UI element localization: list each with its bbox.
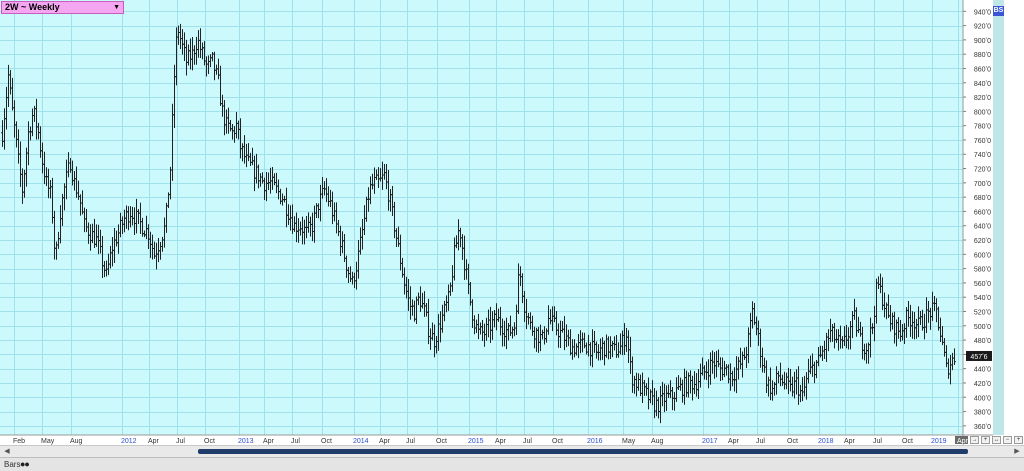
x-tick-label: Apr <box>148 438 160 445</box>
x-tick-label: Oct <box>321 438 332 445</box>
y-tick-label: 400ʼ0 <box>974 394 991 402</box>
y-tick-label: 420ʼ0 <box>974 380 991 388</box>
x-tick-label: 2014 <box>353 438 369 445</box>
y-tick-label: 900ʼ0 <box>974 37 991 45</box>
y-tick-label: 880ʼ0 <box>974 51 991 59</box>
last-price-marker: 457ʼ6 <box>966 350 992 361</box>
x-tick-label: May <box>622 438 636 445</box>
y-tick-label: 640ʼ0 <box>974 223 991 231</box>
x-tick-label: Jul <box>291 438 300 445</box>
x-tick-label: Apr <box>957 438 969 445</box>
y-tick-label: 500ʼ0 <box>974 323 991 331</box>
x-tick-label: Apr <box>263 438 275 445</box>
y-tick-label: 840ʼ0 <box>974 80 991 88</box>
x-tick-label: Apr <box>728 438 740 445</box>
y-tick-label: 940ʼ0 <box>974 8 991 16</box>
y-tick-label: 800ʼ0 <box>974 108 991 116</box>
y-tick-label: 600ʼ0 <box>974 251 991 259</box>
x-tick-label: 2018 <box>818 438 834 445</box>
x-tick-label: Oct <box>552 438 563 445</box>
x-tick-label: Aug <box>651 438 664 445</box>
y-tick-label: 660ʼ0 <box>974 208 991 216</box>
bs-tag[interactable]: BS <box>993 6 1004 16</box>
indicator-dots-icon[interactable]: ●● <box>20 459 30 469</box>
x-tick-label: 2013 <box>238 438 254 445</box>
y-tick-label: 560ʼ0 <box>974 280 991 288</box>
x-tick-label: 2015 <box>468 438 484 445</box>
nav-button-expand[interactable]: + <box>1014 436 1023 444</box>
x-tick-label: 2012 <box>121 438 137 445</box>
x-tick-label: 2016 <box>587 438 603 445</box>
y-tick-label: 360ʼ0 <box>974 423 991 431</box>
x-tick-label: Jul <box>176 438 185 445</box>
x-tick-label: Apr <box>844 438 856 445</box>
scroll-left-icon[interactable]: ◀ <box>2 447 12 456</box>
nav-button-zoom-out[interactable]: − <box>1003 436 1012 444</box>
horizontal-scrollbar[interactable]: ◀ ▶ <box>0 445 1024 457</box>
x-tick-label: Feb <box>13 438 25 445</box>
y-tick-label: 920ʼ0 <box>974 23 991 31</box>
right-gutter <box>993 0 1004 435</box>
scroll-right-icon[interactable]: ▶ <box>1012 447 1022 456</box>
x-tick-label: Jul <box>756 438 765 445</box>
x-tick-label: 2017 <box>702 438 718 445</box>
x-tick-label: Oct <box>902 438 913 445</box>
y-tick-label: 780ʼ0 <box>974 123 991 131</box>
x-tick-label: Jul <box>523 438 532 445</box>
y-tick-label: 520ʼ0 <box>974 308 991 316</box>
y-tick-label: 440ʼ0 <box>974 366 991 374</box>
y-tick-label: 540ʼ0 <box>974 294 991 302</box>
instrument-selector[interactable]: 2W ~ Weekly ▼ <box>1 1 124 14</box>
x-tick-label: Oct <box>204 438 215 445</box>
y-tick-label: 720ʼ0 <box>974 166 991 174</box>
chart-mode-label[interactable]: Bars <box>4 460 20 469</box>
y-tick-label: 700ʼ0 <box>974 180 991 188</box>
y-tick-label: 380ʼ0 <box>974 409 991 417</box>
x-tick-label: Jul <box>406 438 415 445</box>
price-chart[interactable]: 360ʼ0380ʼ0400ʼ0420ʼ0440ʼ0460ʼ0480ʼ0500ʼ0… <box>0 0 1024 471</box>
y-tick-label: 740ʼ0 <box>974 151 991 159</box>
chevron-down-icon: ▼ <box>113 4 120 11</box>
x-tick-label: Apr <box>379 438 391 445</box>
y-tick-label: 580ʼ0 <box>974 266 991 274</box>
x-tick-label: Apr <box>495 438 507 445</box>
y-tick-label: 760ʼ0 <box>974 137 991 145</box>
last-price-label: 457ʼ6 <box>970 353 987 361</box>
chart-root: 360ʼ0380ʼ0400ʼ0420ʼ0440ʼ0460ʼ0480ʼ0500ʼ0… <box>0 0 1024 471</box>
instrument-selector-label: 2W ~ Weekly <box>5 2 60 12</box>
nav-button-forward[interactable]: → <box>970 436 979 444</box>
y-tick-label: 480ʼ0 <box>974 337 991 345</box>
y-tick-label: 680ʼ0 <box>974 194 991 202</box>
x-tick-label: May <box>41 438 55 445</box>
status-bar: Bars ●● <box>0 457 1024 471</box>
x-tick-label: 2019 <box>931 438 947 445</box>
x-tick-label: Oct <box>787 438 798 445</box>
y-tick-label: 620ʼ0 <box>974 237 991 245</box>
scroll-thumb[interactable] <box>198 449 968 454</box>
y-tick-label: 820ʼ0 <box>974 94 991 102</box>
nav-button-fit[interactable]: ↔ <box>992 436 1001 444</box>
x-tick-label: Aug <box>70 438 83 445</box>
x-tick-label: Oct <box>436 438 447 445</box>
nav-button-zoom-in[interactable]: + <box>981 436 990 444</box>
x-tick-label: Jul <box>873 438 882 445</box>
y-tick-label: 860ʼ0 <box>974 65 991 73</box>
